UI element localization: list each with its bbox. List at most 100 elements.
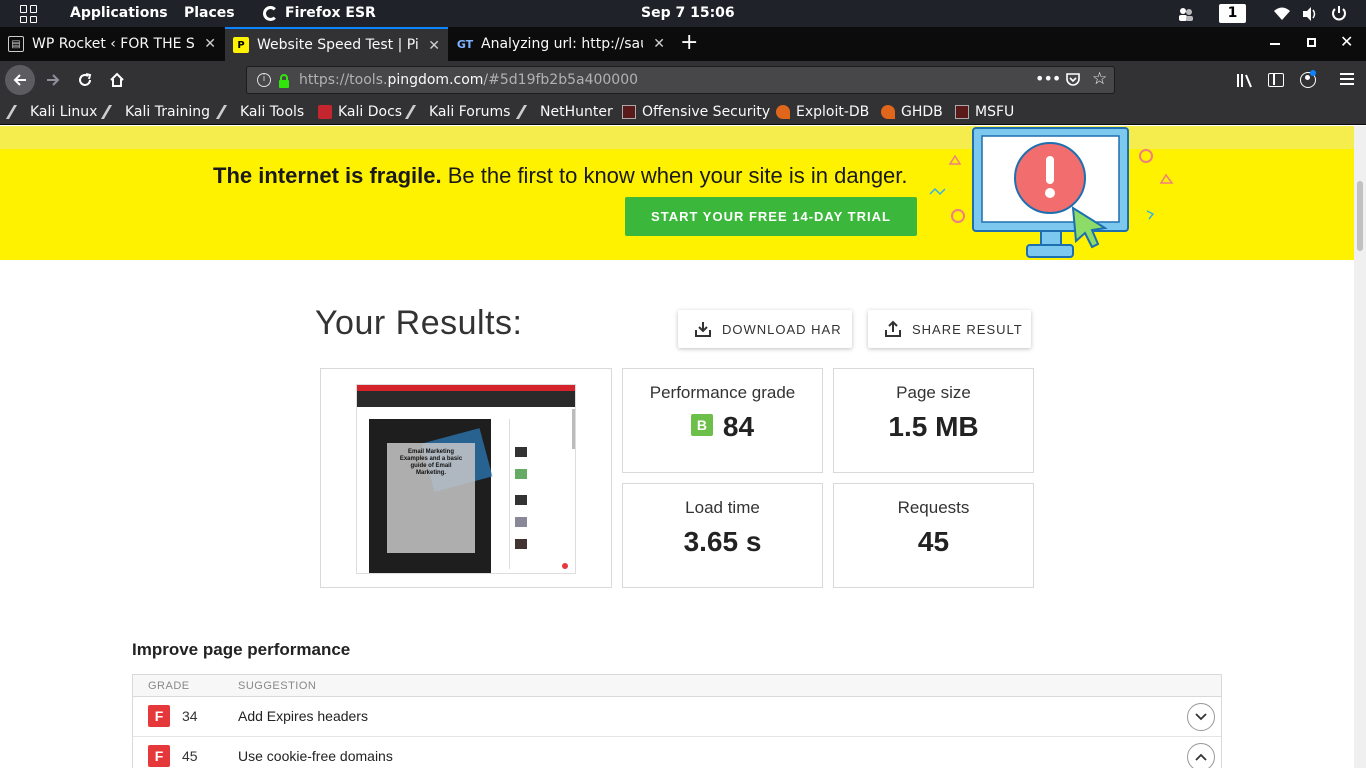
tab-wp-rocket[interactable]: ▤ WP Rocket ‹ FOR THE SAKE ✕ [0,27,224,61]
load-time-value: 3.65 s [683,526,762,557]
performance-grade-card: Performance grade B 84 [622,368,823,473]
pocket-icon[interactable] [1065,72,1081,92]
page-actions-icon[interactable]: ••• [1035,69,1061,88]
close-tab-icon[interactable]: ✕ [653,36,665,52]
grade-badge: F [148,705,170,727]
forward-button[interactable] [38,65,68,95]
score: 45 [182,748,198,764]
lock-icon[interactable] [278,73,290,92]
performance-grade-value: B 84 [623,411,822,443]
power-icon[interactable] [1331,5,1347,25]
tab-gtmetrix[interactable]: GT Analyzing url: http://saura ✕ [449,27,673,61]
download-har-label: DOWNLOAD HAR [722,321,842,337]
page-screenshot-card: Email Marketing Examples and a basic gui… [320,368,612,588]
app-grid-icon[interactable] [20,5,38,23]
grade-score: 84 [722,411,755,442]
load-time-label: Load time [685,498,760,517]
page-screenshot[interactable]: Email Marketing Examples and a basic gui… [356,384,576,574]
offsec-icon [955,105,969,119]
bookmark-kali-tools[interactable]: Kali Tools [215,102,305,122]
reload-button[interactable] [70,65,100,95]
clock[interactable]: Sep 7 15:06 [641,5,735,21]
requests-value: 45 [917,526,950,557]
share-icon [885,320,901,337]
chevron-down-icon[interactable] [1187,703,1215,731]
alert-monitor-illustration [929,127,1174,258]
back-button[interactable] [5,65,35,95]
tab-pingdom[interactable]: P Website Speed Test | Pingdom ✕ [225,27,448,61]
load-time-card: Load time 3.65 s [622,483,823,588]
bookmark-ghdb[interactable]: GHDB [881,102,943,122]
bookmark-label: Exploit-DB [796,104,870,120]
pingdom-favicon: P [233,37,249,53]
navigation-toolbar: i https://tools.pingdom.com/#5d19fb2b5a4… [0,61,1366,99]
address-bar[interactable]: i https://tools.pingdom.com/#5d19fb2b5a4… [246,66,1115,94]
active-app-label[interactable]: Firefox ESR [285,5,376,21]
share-result-button[interactable]: SHARE RESULT [868,310,1031,348]
chevron-up-icon[interactable] [1187,743,1215,768]
page-size-value: 1.5 MB [888,411,979,442]
requests-label: Requests [897,498,970,517]
tab-strip: ▤ WP Rocket ‹ FOR THE SAKE ✕ P Website S… [0,27,1366,61]
places-menu[interactable]: Places [184,5,235,21]
new-tab-button[interactable]: + [680,30,698,55]
people-icon[interactable] [1178,7,1194,21]
bookmark-exploit-db[interactable]: Exploit-DB [776,102,869,122]
kali-dragon-icon [100,105,124,119]
wifi-icon[interactable] [1274,7,1290,25]
bookmark-offensive-security[interactable]: Offensive Security [622,102,770,122]
bookmarks-toolbar: Kali Linux Kali Training Kali Tools Kali… [0,99,1366,125]
bookmark-kali-linux[interactable]: Kali Linux [5,102,97,122]
kali-dragon-icon [5,105,29,119]
minimize-icon[interactable] [1270,43,1280,45]
scrollbar-thumb[interactable] [1357,181,1363,251]
score: 34 [182,708,198,724]
gtmetrix-favicon: GT [456,37,474,51]
close-window-icon[interactable]: ✕ [1340,32,1353,51]
page-content: The internet is fragile. Be the first to… [0,126,1354,768]
page-icon: ▤ [8,36,24,52]
download-icon [695,322,711,337]
thumbnail-headline: Email Marketing Examples and a basic gui… [399,449,463,476]
close-tab-icon[interactable]: ✕ [204,36,216,52]
sidebar-icon[interactable] [1268,73,1284,87]
exploit-db-icon [881,105,895,119]
bookmark-label: GHDB [901,104,943,120]
tab-title: Analyzing url: http://saura [481,36,643,52]
bookmark-star-icon[interactable]: ☆ [1092,69,1107,89]
url-text[interactable]: https://tools.pingdom.com/#5d19fb2b5a400… [299,72,638,88]
library-icon[interactable] [1236,72,1253,92]
bookmark-label: NetHunter [540,104,613,120]
page-scrollbar[interactable] [1354,126,1366,768]
kali-dragon-icon [215,105,239,119]
page-size-label: Page size [896,383,971,402]
applications-menu[interactable]: Applications [70,5,168,21]
volume-icon[interactable] [1302,6,1318,26]
kali-dragon-icon [404,105,428,119]
close-tab-icon[interactable]: ✕ [428,38,440,54]
bookmark-kali-docs[interactable]: Kali Docs [318,102,402,122]
results-title: Your Results: [315,304,523,342]
suggestion-column-header: SUGGESTION [238,680,317,692]
table-header: GRADE SUGGESTION [133,675,1221,697]
bookmark-nethunter[interactable]: NetHunter [515,102,613,122]
requests-card: Requests 45 [833,483,1034,588]
home-button[interactable] [102,65,132,95]
bookmark-kali-forums[interactable]: Kali Forums [404,102,510,122]
start-trial-button[interactable]: START YOUR FREE 14-DAY TRIAL [625,197,917,236]
account-icon[interactable] [1300,70,1316,88]
bookmark-label: Kali Tools [240,104,305,120]
bookmark-kali-training[interactable]: Kali Training [100,102,210,122]
download-har-button[interactable]: DOWNLOAD HAR [678,310,852,348]
suggestion-text: Use cookie-free domains [238,748,393,764]
menu-icon[interactable] [1340,73,1354,85]
page-size-card: Page size 1.5 MB [833,368,1034,473]
banner-headline: The internet is fragile. Be the first to… [213,163,908,188]
table-row[interactable]: F 45 Use cookie-free domains [133,737,1221,768]
bookmark-label: Offensive Security [642,104,771,120]
bookmark-msfu[interactable]: MSFU [955,102,1014,122]
info-icon[interactable]: i [257,73,271,87]
maximize-icon[interactable] [1307,38,1316,47]
table-row[interactable]: F 34 Add Expires headers [133,697,1221,737]
workspace-indicator[interactable]: 1 [1219,4,1246,23]
